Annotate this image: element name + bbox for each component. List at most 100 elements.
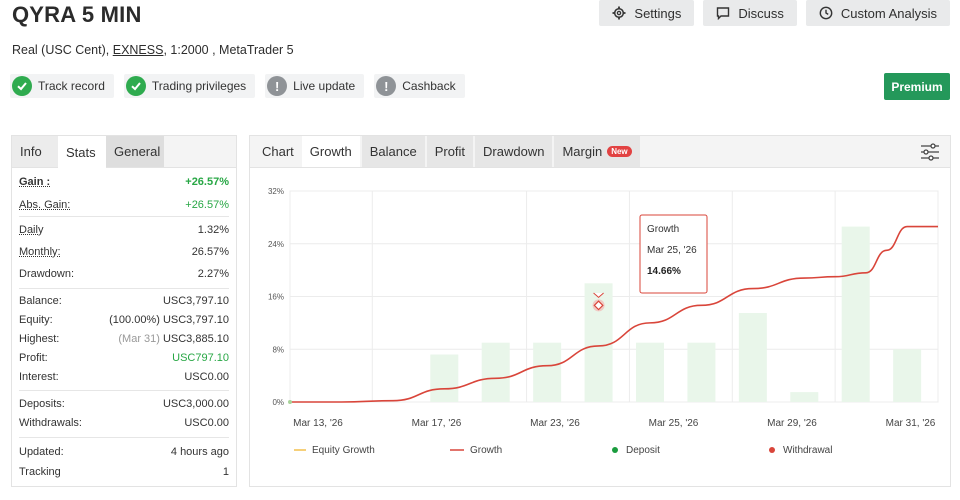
row-label: Profit:: [19, 351, 48, 364]
legend-withdrawal-swatch: [769, 447, 775, 453]
new-badge: New: [607, 146, 632, 157]
deposit-bar: [738, 312, 767, 402]
row-value: 4 hours ago: [170, 446, 229, 458]
info-tabs: Info Stats General: [12, 136, 236, 168]
row-label[interactable]: Gain :: [19, 176, 50, 188]
custom-analysis-button[interactable]: Custom Analysis: [805, 0, 950, 26]
chat-icon: [717, 7, 730, 20]
row-value: 2.27%: [197, 268, 229, 280]
tooltip-value: 14.66%: [647, 266, 681, 277]
tab-growth[interactable]: Growth: [301, 136, 360, 167]
exclamation-icon: !: [267, 76, 288, 96]
x-tick-label: Mar 25, '26: [649, 418, 699, 429]
custom-analysis-label: Custom Analysis: [840, 5, 937, 21]
tab-info[interactable]: Info: [12, 136, 58, 167]
x-tick-label: Mar 31, '26: [886, 418, 936, 429]
cashback-badge[interactable]: ! Cashback: [374, 74, 465, 98]
row-value: 26.57%: [191, 246, 229, 258]
broker-link[interactable]: EXNESS: [113, 43, 164, 57]
row-label[interactable]: Monthly:: [19, 246, 61, 258]
row-label: Drawdown:: [19, 268, 75, 280]
deposit-bar: [533, 342, 562, 402]
check-icon: [125, 76, 146, 96]
row-value: USC797.10: [172, 351, 229, 364]
tab-stats[interactable]: Stats: [58, 136, 106, 168]
status-badges: Track record Trading privileges ! Live u…: [10, 74, 465, 98]
deposit-bar: [636, 342, 664, 402]
equity-percent: (100.00%): [109, 313, 160, 326]
tracking-row: Tracking 1: [19, 462, 229, 482]
row-label: Deposits:: [19, 397, 65, 410]
balance-row: Balance: USC3,797.10: [19, 291, 229, 310]
tab-chart[interactable]: Chart: [250, 136, 302, 167]
deposit-bar: [893, 349, 922, 402]
tab-margin[interactable]: Margin New: [554, 136, 640, 167]
row-label[interactable]: Daily: [19, 224, 43, 236]
account-leverage: , 1:2000 , MetaTrader 5: [163, 43, 294, 57]
badge-label: Track record: [38, 79, 105, 93]
row-value: +26.57%: [185, 198, 229, 211]
discuss-label: Discuss: [738, 5, 784, 21]
badge-label: Trading privileges: [151, 79, 247, 93]
growth-line: [290, 225, 938, 403]
settings-button[interactable]: Settings: [599, 0, 695, 26]
row-label: Withdrawals:: [19, 416, 82, 429]
page-title: QYRA 5 MIN: [12, 2, 142, 27]
interest-row: Interest: USC0.00: [19, 367, 229, 386]
y-tick-label: 16%: [268, 293, 284, 302]
header-actions: Settings Discuss Custom Analysis: [599, 0, 950, 26]
legend-growth-label: Growth: [470, 445, 502, 456]
chart-tabs: Chart Growth Balance Profit Drawdown Mar…: [250, 136, 950, 168]
row-value: USC0.00: [184, 370, 229, 383]
row-value: 1: [222, 466, 229, 478]
row-value: USC3,797.10: [162, 294, 229, 307]
tab-balance[interactable]: Balance: [361, 136, 425, 167]
tab-general[interactable]: General: [106, 136, 164, 167]
badge-label: Live update: [293, 79, 356, 93]
row-label[interactable]: Abs. Gain:: [19, 199, 70, 211]
x-tick-label: Mar 17, '26: [412, 418, 462, 429]
row-value: USC3,000.00: [162, 397, 229, 410]
row-label: Equity:: [19, 313, 53, 326]
info-rows: Gain : +26.57% Abs. Gain: +26.57% Daily …: [12, 170, 236, 482]
legend-deposit-label: Deposit: [626, 445, 660, 456]
check-icon: [12, 76, 32, 96]
deposit-bar: [841, 226, 870, 402]
drawdown-row: Drawdown: 2.27%: [19, 263, 229, 285]
profit-row: Profit: USC797.10: [19, 348, 229, 367]
deposit-bar: [687, 342, 716, 402]
trading-privileges-badge[interactable]: Trading privileges: [123, 74, 256, 98]
y-tick-label: 0%: [272, 398, 284, 407]
legend-equity-label: Equity Growth: [312, 445, 375, 456]
discuss-button[interactable]: Discuss: [703, 0, 797, 26]
x-tick-label: Mar 13, '26: [293, 418, 343, 429]
row-label: Highest:: [19, 332, 60, 345]
premium-button[interactable]: Premium: [884, 73, 950, 100]
abs-gain-row: Abs. Gain: +26.57%: [19, 193, 229, 216]
highest-date: (Mar 31): [118, 332, 160, 345]
row-label: Interest:: [19, 370, 59, 383]
row-value: USC3,797.10: [162, 313, 229, 326]
tab-profit[interactable]: Profit: [426, 136, 474, 167]
badge-label: Cashback: [402, 79, 456, 93]
tooltip-date: Mar 25, '26: [647, 245, 697, 256]
deposit-bar: [430, 354, 459, 402]
row-value: USC0.00: [184, 416, 229, 429]
legend-withdrawal-label: Withdrawal: [783, 445, 832, 456]
gear-icon: [612, 6, 626, 20]
legend-deposit-swatch: [612, 447, 618, 453]
row-label: Balance:: [19, 294, 62, 307]
y-tick-label: 24%: [268, 240, 284, 249]
equity-row: Equity: (100.00%) USC3,797.10: [19, 310, 229, 329]
filter-icon[interactable]: [920, 143, 940, 161]
settings-label: Settings: [634, 5, 682, 21]
account-type: Real (USC Cent),: [12, 43, 113, 57]
daily-row: Daily 1.32%: [19, 219, 229, 241]
row-value: 1.32%: [197, 224, 229, 236]
y-tick-label: 8%: [272, 345, 284, 354]
tab-drawdown[interactable]: Drawdown: [475, 136, 553, 167]
info-panel: Info Stats General Gain : +26.57% Abs. G…: [11, 135, 237, 487]
track-record-badge[interactable]: Track record: [10, 74, 114, 98]
live-update-badge[interactable]: ! Live update: [265, 74, 365, 98]
account-subtitle: Real (USC Cent), EXNESS, 1:2000 , MetaTr…: [12, 43, 294, 57]
